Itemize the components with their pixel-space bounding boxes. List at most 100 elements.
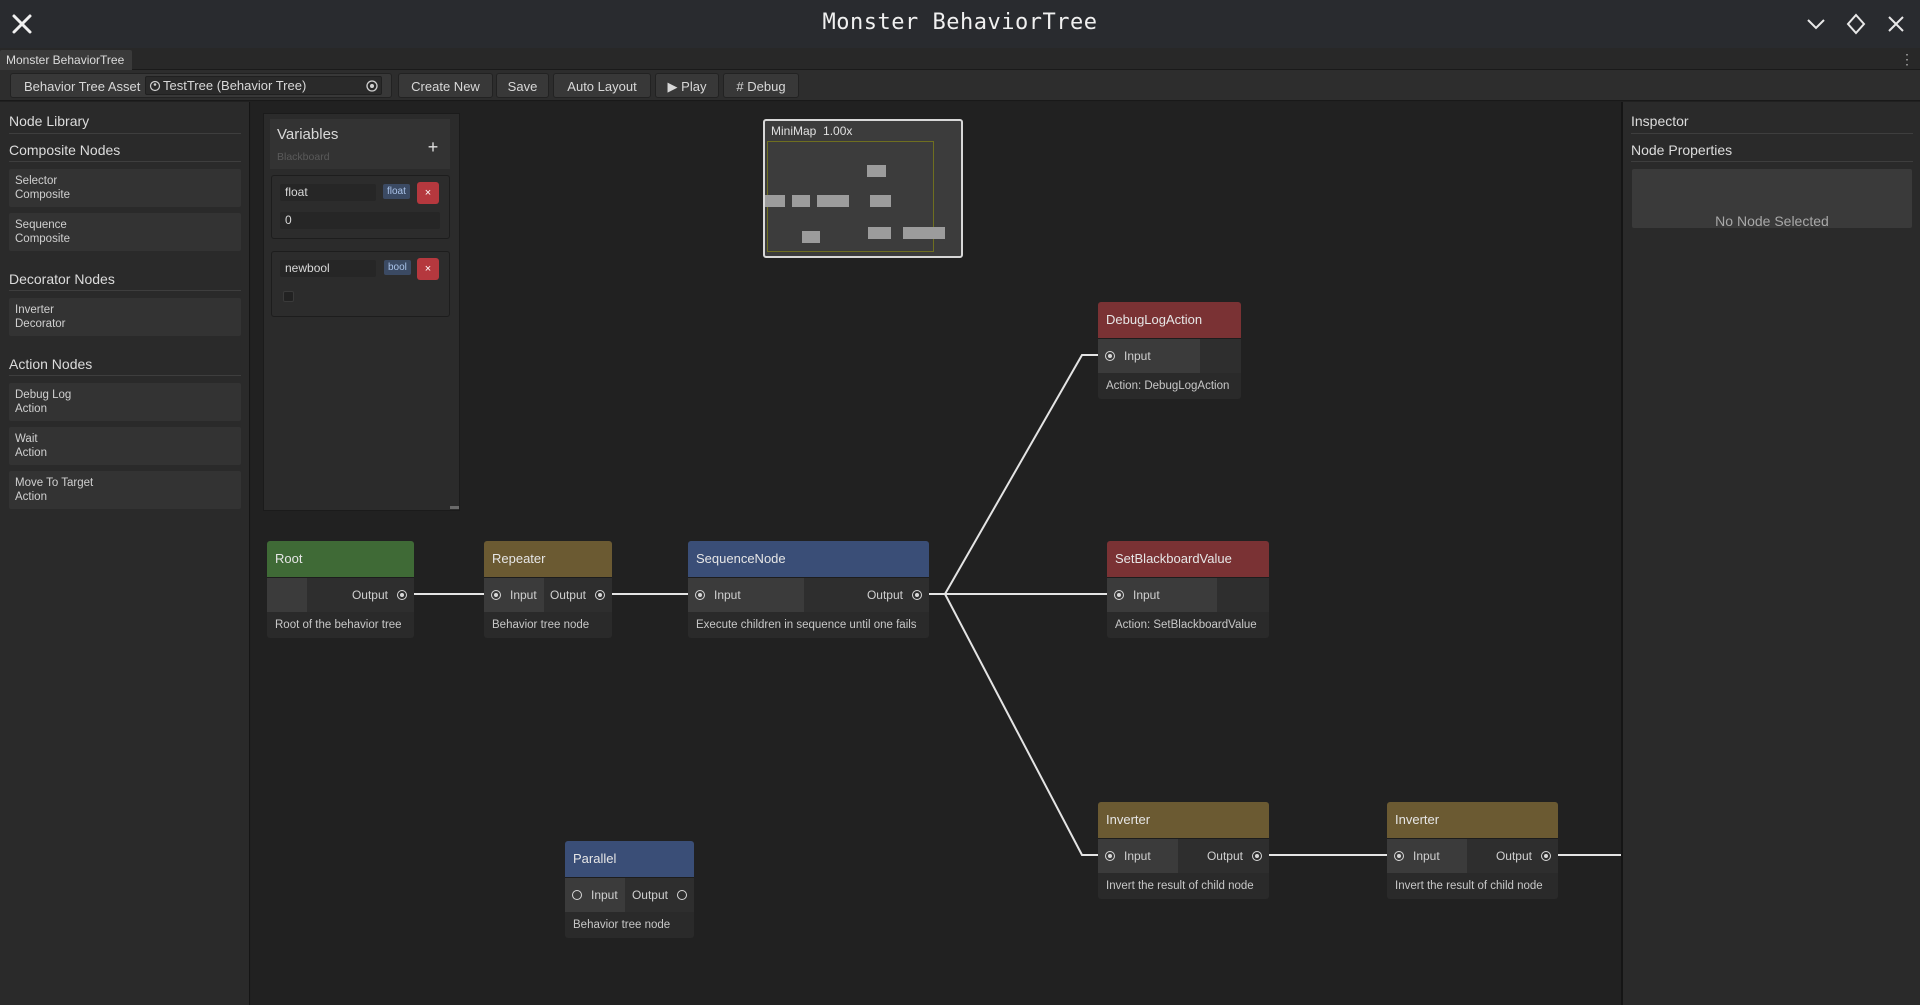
node-title: Inverter [1387,802,1558,839]
port-dot-icon[interactable] [1114,590,1124,600]
add-variable-button[interactable]: + [425,136,441,158]
minimap[interactable]: MiniMap 1.00x [763,119,963,258]
close-icon[interactable] [1884,12,1908,36]
chevron-down-icon[interactable] [1804,12,1828,36]
create-new-button[interactable]: Create New [398,73,493,98]
library-item-name: Wait [15,433,38,445]
node-root[interactable]: Root Output Root of the behavior tree [267,541,414,638]
node-description: Action: DebugLogAction [1106,380,1230,392]
port-dot-icon[interactable] [912,590,922,600]
minimap-zoom: 1.00x [823,124,853,138]
object-picker-icon[interactable] [365,79,379,93]
node-ports: Input [1107,578,1269,612]
port-dot-icon[interactable] [397,590,407,600]
node-description: Invert the result of child node [1395,880,1543,892]
library-item-wait[interactable]: Wait Action [9,427,241,465]
variable-name-field[interactable]: float [280,184,376,201]
library-item-name: Inverter [15,304,54,316]
port-dot-icon[interactable] [595,590,605,600]
variable-bool-checkbox[interactable] [283,291,294,302]
divider [1631,161,1913,162]
divider [9,133,241,134]
variable-value-field[interactable]: 0 [280,212,440,229]
tab-menu-icon[interactable]: ⋮ [1900,50,1914,68]
port-dot-icon[interactable] [1252,851,1262,861]
variable-type-badge: bool [384,260,411,275]
no-node-selected-text: No Node Selected [1715,213,1829,229]
input-port[interactable]: Input [1098,839,1178,873]
output-port[interactable]: Output [1207,839,1269,873]
node-inverter[interactable]: Inverter Input Output Invert the result … [1387,802,1558,899]
input-port[interactable]: Input [1107,578,1217,612]
output-port[interactable]: Output [867,578,929,612]
node-ports: Input Output [484,578,612,612]
resize-handle[interactable] [450,506,459,509]
minimap-node [792,195,810,207]
node-inverter[interactable]: Inverter Input Output Invert the result … [1098,802,1269,899]
app-close-icon[interactable] [10,12,34,36]
input-label: Input [1133,588,1160,602]
node-repeater[interactable]: Repeater Input Output Behavior tree node [484,541,612,638]
node-description: Behavior tree node [492,619,590,631]
node-title: SequenceNode [688,541,929,578]
input-port[interactable]: Input [484,578,544,612]
node-debug-log-action[interactable]: DebugLogAction Input Action: DebugLogAct… [1098,302,1241,399]
port-dot-icon[interactable] [572,890,582,900]
document-tab[interactable]: Monster BehaviorTree [0,50,133,70]
output-port[interactable]: Output [632,878,694,912]
library-item-sequence[interactable]: Sequence Composite [9,213,241,251]
variable-name-field[interactable]: newbool [280,260,376,277]
library-item-type: Composite [15,233,70,245]
library-item-type: Action [15,403,47,415]
input-label: Input [1124,849,1151,863]
blackboard-subtitle: Blackboard [277,151,330,163]
port-dot-icon[interactable] [491,590,501,600]
asset-object-field[interactable]: TestTree (Behavior Tree) [145,76,382,95]
input-port[interactable]: Input [565,878,625,912]
output-label: Output [866,588,903,602]
port-dot-icon[interactable] [1541,851,1551,861]
library-item-inverter[interactable]: Inverter Decorator [9,298,241,336]
output-port[interactable]: Output [1496,839,1558,873]
node-description: Root of the behavior tree [275,619,402,631]
delete-variable-button[interactable]: × [417,182,439,204]
input-port[interactable]: Input [688,578,804,612]
node-sequence[interactable]: SequenceNode Input Output Execute childr… [688,541,929,638]
input-label: Input [591,888,618,902]
port-dot-icon[interactable] [695,590,705,600]
port-dot-icon[interactable] [1394,851,1404,861]
play-button[interactable]: ▶ Play [655,73,719,98]
library-item-name: Sequence [15,219,67,231]
node-description: Action: SetBlackboardValue [1115,619,1257,631]
node-parallel[interactable]: Parallel Input Output Behavior tree node [565,841,694,938]
port-dot-icon[interactable] [1105,851,1115,861]
divider [9,375,241,376]
input-port[interactable]: Input [1387,839,1467,873]
port-dot-icon[interactable] [1105,351,1115,361]
divider [9,290,241,291]
output-port[interactable]: Output [550,578,612,612]
decorator-nodes-title: Decorator Nodes [9,271,115,287]
node-set-blackboard-value[interactable]: SetBlackboardValue Input Action: SetBlac… [1107,541,1269,638]
node-ports: Input Output [1387,839,1558,873]
minimap-node [868,227,891,239]
diamond-icon[interactable] [1844,12,1868,36]
asset-label-text: Behavior Tree Asset [24,79,141,94]
input-label: Input [714,588,741,602]
minimap-node [817,195,849,207]
debug-button[interactable]: # Debug [723,73,799,98]
library-item-debug-log[interactable]: Debug Log Action [9,383,241,421]
delete-variable-button[interactable]: × [417,258,439,280]
node-ports: Input [1098,339,1241,373]
library-item-selector[interactable]: Selector Composite [9,169,241,207]
asset-tree-icon [149,79,161,92]
node-description: Behavior tree node [573,919,671,931]
output-label: Output [1495,849,1532,863]
auto-layout-button[interactable]: Auto Layout [553,73,651,98]
output-port[interactable]: Output [352,578,414,612]
node-properties-box: No Node Selected [1631,168,1913,229]
input-port[interactable]: Input [1098,339,1200,373]
port-dot-icon[interactable] [677,890,687,900]
save-button[interactable]: Save [496,73,549,98]
library-item-move-to-target[interactable]: Move To Target Action [9,471,241,509]
